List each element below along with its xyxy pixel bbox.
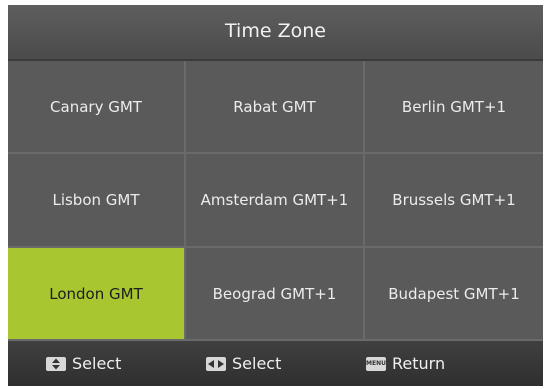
zone-canary[interactable]: Canary GMT	[8, 61, 186, 154]
up-down-arrow-icon	[46, 356, 66, 371]
zone-amsterdam[interactable]: Amsterdam GMT+1	[186, 154, 365, 248]
hint-menu-return: MENU Return	[366, 341, 445, 386]
updown-select-label: Select	[72, 354, 122, 373]
zone-brussels[interactable]: Brussels GMT+1	[365, 154, 543, 248]
hint-updown-select: Select	[46, 341, 121, 386]
zone-berlin[interactable]: Berlin GMT+1	[365, 61, 543, 154]
time-zone-grid: Canary GMT Rabat GMT Berlin GMT+1 Lisbon…	[8, 61, 543, 341]
page-title: Time Zone	[8, 5, 543, 61]
return-label: Return	[392, 354, 446, 373]
hint-leftright-select: Select	[206, 341, 281, 386]
zone-rabat[interactable]: Rabat GMT	[186, 61, 365, 154]
menu-key-icon: MENU	[366, 356, 386, 371]
zone-beograd[interactable]: Beograd GMT+1	[186, 248, 365, 341]
left-right-arrow-icon	[206, 356, 226, 371]
time-zone-panel: Time Zone Canary GMT Rabat GMT Berlin GM…	[8, 5, 543, 386]
zone-london[interactable]: London GMT	[8, 248, 186, 341]
zone-lisbon[interactable]: Lisbon GMT	[8, 154, 186, 248]
footer-hint-bar: Select Select MENU Return	[8, 341, 543, 386]
zone-budapest[interactable]: Budapest GMT+1	[365, 248, 543, 341]
leftright-select-label: Select	[232, 354, 282, 373]
